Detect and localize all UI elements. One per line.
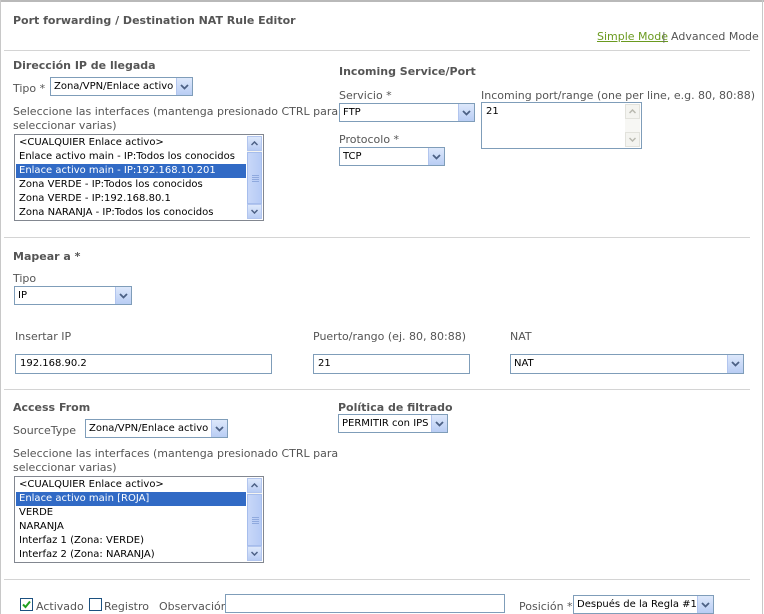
incoming-service-section-title: Incoming Service/Port	[339, 65, 476, 78]
list-item[interactable]: Zona NARANJA - IP:Todos los conocidos	[16, 206, 246, 220]
service-select[interactable]: FTP	[339, 103, 475, 122]
nat-select[interactable]: NAT	[510, 354, 744, 374]
advanced-mode-link[interactable]: Advanced Mode	[671, 30, 759, 43]
chevron-down-icon	[428, 148, 444, 165]
service-label: Servicio *	[339, 89, 392, 102]
scroll-up-icon[interactable]	[247, 136, 262, 151]
page-title: Port forwarding / Destination NAT Rule E…	[13, 14, 296, 27]
incoming-type-select[interactable]: Zona/VPN/Enlace activo	[50, 77, 193, 96]
window-right-border	[762, 0, 763, 614]
incoming-interfaces-scrollbar[interactable]	[247, 136, 262, 219]
divider	[4, 50, 750, 51]
chevron-down-icon	[115, 287, 131, 304]
chevron-down-icon	[431, 415, 447, 432]
incoming-port-textarea[interactable]: 21	[481, 102, 642, 149]
list-item[interactable]: <CUALQUIER Enlace activo>	[16, 136, 246, 150]
scroll-down-icon[interactable]	[625, 132, 640, 147]
mode-separator: |	[662, 30, 666, 43]
source-type-select[interactable]: Zona/VPN/Enlace activo	[85, 419, 228, 438]
simple-mode-link[interactable]: Simple Mode	[597, 30, 668, 43]
map-port-label: Puerto/rango (ej. 80, 80:88)	[313, 330, 466, 343]
source-type-label: SourceType	[13, 424, 77, 437]
scroll-thumb[interactable]	[247, 494, 262, 546]
access-interfaces-hint-2: seleccionar varias)	[13, 461, 117, 474]
list-item[interactable]: Zona VERDE - IP:Todos los conocidos	[16, 178, 246, 192]
scroll-up-icon[interactable]	[625, 104, 640, 119]
divider	[4, 579, 750, 580]
incoming-interfaces-listbox[interactable]: <CUALQUIER Enlace activo> Enlace activo m…	[14, 134, 264, 221]
incoming-interfaces-hint-2: seleccionar varias)	[13, 119, 117, 132]
incoming-type-label: Tipo *	[13, 82, 46, 95]
insert-ip-label: Insertar IP	[15, 330, 72, 343]
scroll-down-icon[interactable]	[247, 204, 262, 219]
log-checkbox[interactable]	[89, 598, 102, 611]
list-item[interactable]: <CUALQUIER Enlace activo>	[16, 478, 246, 492]
chevron-down-icon	[727, 355, 743, 373]
filter-policy-select[interactable]: PERMITIR con IPS	[338, 414, 448, 433]
list-item[interactable]: Interfaz 1 (Zona: VERDE)	[16, 534, 246, 548]
log-label: Registro	[104, 600, 150, 613]
enabled-checkbox[interactable]	[20, 598, 33, 611]
map-type-select[interactable]: IP	[14, 286, 132, 305]
list-item[interactable]: Zona VERDE - IP:192.168.80.1	[16, 192, 246, 206]
incoming-interfaces-list: <CUALQUIER Enlace activo> Enlace activo m…	[16, 136, 246, 220]
scroll-down-icon[interactable]	[247, 546, 262, 561]
map-type-label: Tipo	[13, 272, 37, 285]
access-interfaces-hint: Seleccione las interfaces (mantenga pres…	[13, 447, 339, 460]
list-item[interactable]: VERDE	[16, 506, 246, 520]
list-item[interactable]: Enlace activo main - IP:192.168.10.201	[16, 164, 246, 178]
chevron-down-icon	[458, 104, 474, 121]
access-interfaces-list: <CUALQUIER Enlace activo> Enlace activo m…	[16, 478, 246, 562]
remark-label: Observación	[159, 600, 228, 613]
checkmark-icon	[22, 600, 31, 609]
list-item[interactable]: Enlace activo main [ROJA]	[16, 492, 246, 506]
incoming-ip-section-title: Dirección IP de llegada	[13, 59, 156, 72]
access-interfaces-listbox[interactable]: <CUALQUIER Enlace activo> Enlace activo m…	[14, 476, 264, 563]
protocol-select[interactable]: TCP	[339, 147, 445, 166]
list-item[interactable]: NARANJA	[16, 520, 246, 534]
incoming-port-label: Incoming port/range (one per line, e.g. …	[481, 89, 756, 102]
nat-label: NAT	[510, 330, 532, 343]
incoming-interfaces-hint: Seleccione las interfaces (mantenga pres…	[13, 105, 339, 118]
window-top-border	[0, 0, 764, 2]
scroll-up-icon[interactable]	[247, 478, 262, 493]
map-port-input[interactable]: 21	[313, 354, 470, 374]
position-label: Posición *	[519, 600, 573, 613]
access-from-section-title: Access From	[13, 401, 91, 414]
list-item[interactable]: Enlace activo main - IP:Todos los conoci…	[16, 150, 246, 164]
remark-input[interactable]	[225, 594, 505, 613]
textarea-scrollbar[interactable]	[625, 104, 640, 147]
divider	[4, 389, 750, 390]
protocol-label: Protocolo *	[339, 133, 400, 146]
filter-policy-section-title: Política de filtrado	[338, 401, 453, 414]
divider	[4, 237, 750, 238]
list-item[interactable]: Interfaz 2 (Zona: NARANJA)	[16, 548, 246, 562]
chevron-down-icon	[176, 78, 192, 95]
chevron-down-icon	[211, 420, 227, 437]
position-select[interactable]: Después de la Regla #1	[573, 595, 714, 614]
map-ip-input[interactable]: 192.168.90.2	[15, 354, 272, 374]
access-interfaces-scrollbar[interactable]	[247, 478, 262, 561]
scroll-thumb[interactable]	[247, 152, 262, 204]
map-to-section-title: Mapear a *	[13, 250, 81, 263]
window-left-border	[0, 0, 1, 614]
chevron-down-icon	[697, 596, 713, 613]
enabled-label: Activado	[36, 600, 84, 613]
